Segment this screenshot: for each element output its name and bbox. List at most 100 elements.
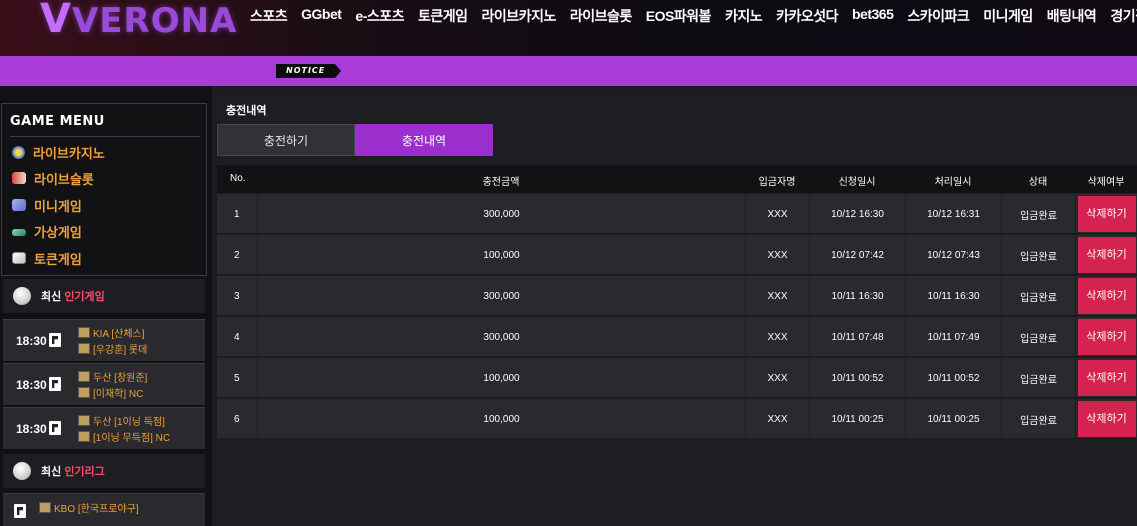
cell-no: 5 bbox=[234, 372, 240, 384]
team-name: [1이닝 무득점] NC bbox=[93, 433, 171, 444]
baseball-icon bbox=[13, 287, 31, 305]
home-team: 두산 [창원준] bbox=[78, 369, 147, 384]
team-name: KIA [산체스] bbox=[93, 329, 145, 340]
cell-status: 입금완료 bbox=[1001, 399, 1075, 439]
cell-delete: 삭제하기 bbox=[1075, 317, 1137, 357]
match-item[interactable]: 18:30 두산 [창원준] [이재학] NC bbox=[3, 363, 205, 405]
token-game-icon bbox=[12, 252, 26, 264]
match-time: 18:30 bbox=[16, 378, 47, 392]
league-name: KBO [한국프로야구] bbox=[54, 504, 139, 515]
virtual-game-icon bbox=[12, 229, 26, 236]
league-logo-icon bbox=[39, 502, 51, 513]
column-header-requested: 신청일시 bbox=[838, 177, 876, 188]
nav-item-sports[interactable]: 스포츠 bbox=[250, 6, 288, 26]
cell-amount: 100,000 bbox=[257, 235, 745, 275]
cell-requested: 10/11 00:52 bbox=[809, 358, 905, 398]
home-team: KIA [산체스] bbox=[78, 325, 145, 340]
team-logo-icon bbox=[78, 343, 90, 354]
league-item[interactable]: KBO [한국프로야구] bbox=[3, 493, 205, 526]
delete-button[interactable]: 삭제하기 bbox=[1077, 237, 1136, 273]
logo-text: VERONA bbox=[71, 1, 238, 41]
cell-processed: 10/11 00:52 bbox=[905, 358, 1001, 398]
nav-item-live-slot[interactable]: 라이브슬롯 bbox=[570, 6, 632, 26]
cell-depositor: XXX bbox=[745, 399, 809, 439]
tab-charge-history[interactable]: 충전내역 bbox=[355, 124, 493, 156]
match-item[interactable]: 18:30 두산 [1이닝 득점] [1이닝 무득점] NC bbox=[3, 407, 205, 449]
cell-requested: 10/11 00:25 bbox=[809, 399, 905, 439]
site-logo[interactable]: VVERONA bbox=[40, 0, 237, 42]
game-menu-label: 라이브카지노 bbox=[33, 145, 105, 161]
main-nav: 스포츠 GGbet e-스포츠 토큰게임 라이브카지노 라이브슬롯 EOS파워볼… bbox=[250, 6, 1137, 26]
popular-leagues-title: 최신 인기리그 bbox=[41, 463, 105, 479]
cell-requested: 10/11 16:30 bbox=[809, 276, 905, 316]
nav-item-match-results[interactable]: 경기결과 bbox=[1110, 6, 1137, 26]
cell-delete: 삭제하기 bbox=[1075, 358, 1137, 398]
delete-button[interactable]: 삭제하기 bbox=[1077, 401, 1136, 437]
main-content: 충전내역 충전하기 충전내역 No. 충전금액 입금자명 신청일시 처리일시 상… bbox=[217, 96, 1137, 526]
nav-item-ggbet[interactable]: GGbet bbox=[301, 6, 342, 26]
game-menu-item-live-casino[interactable]: 라이브카지노 bbox=[12, 142, 105, 162]
nav-item-bet365[interactable]: bet365 bbox=[852, 6, 894, 26]
title-prefix: 최신 bbox=[41, 291, 62, 303]
table-row: 2 100,000 XXX 10/12 07:42 10/12 07:43 입금… bbox=[217, 235, 1137, 275]
baseball-bat-icon bbox=[14, 504, 26, 518]
cell-no: 2 bbox=[234, 249, 240, 261]
cell-depositor: XXX bbox=[745, 358, 809, 398]
nav-item-eos-powerball[interactable]: EOS파워볼 bbox=[646, 6, 712, 26]
baseball-bat-icon bbox=[49, 377, 61, 391]
league: KBO [한국프로야구] bbox=[39, 500, 139, 515]
cell-processed: 10/11 07:49 bbox=[905, 317, 1001, 357]
nav-item-mini-game[interactable]: 미니게임 bbox=[983, 6, 1033, 26]
delete-button[interactable]: 삭제하기 bbox=[1077, 196, 1136, 232]
game-menu-title: GAME MENU bbox=[10, 114, 105, 129]
delete-button[interactable]: 삭제하기 bbox=[1077, 278, 1136, 314]
team-name: 두산 [창원준] bbox=[93, 373, 148, 384]
team-logo-icon bbox=[78, 431, 90, 442]
cell-processed: 10/12 07:43 bbox=[905, 235, 1001, 275]
divider bbox=[10, 136, 200, 137]
away-team: [우강훈] 롯데 bbox=[78, 341, 147, 356]
page-title: 충전내역 bbox=[226, 105, 267, 117]
delete-button[interactable]: 삭제하기 bbox=[1077, 360, 1136, 396]
top-header: VVERONA 스포츠 GGbet e-스포츠 토큰게임 라이브카지노 라이브슬… bbox=[0, 0, 1137, 56]
cell-delete: 삭제하기 bbox=[1075, 194, 1137, 234]
column-header-depositor: 입금자명 bbox=[758, 177, 796, 188]
team-name: [이재학] NC bbox=[93, 389, 144, 400]
team-name: [우강훈] 롯데 bbox=[93, 345, 148, 356]
table-row: 3 300,000 XXX 10/11 16:30 10/11 16:30 입금… bbox=[217, 276, 1137, 316]
cell-delete: 삭제하기 bbox=[1075, 235, 1137, 275]
game-menu-label: 라이브슬롯 bbox=[34, 171, 94, 187]
cell-processed: 10/11 16:30 bbox=[905, 276, 1001, 316]
game-menu-item-token-game[interactable]: 토큰게임 bbox=[12, 248, 82, 268]
away-team: [이재학] NC bbox=[78, 385, 143, 400]
team-logo-icon bbox=[78, 327, 90, 338]
game-menu-panel: GAME MENU 라이브카지노 라이브슬롯 미니게임 가상게임 토큰게임 bbox=[1, 103, 207, 276]
popular-games-title: 최신 인기게임 bbox=[41, 288, 105, 304]
baseball-bat-icon bbox=[49, 333, 61, 347]
cell-requested: 10/12 07:42 bbox=[809, 235, 905, 275]
game-menu-item-live-slot[interactable]: 라이브슬롯 bbox=[12, 168, 94, 188]
nav-item-esports[interactable]: e-스포츠 bbox=[355, 6, 404, 26]
match-time: 18:30 bbox=[16, 334, 47, 348]
nav-item-bet-history[interactable]: 배팅내역 bbox=[1047, 6, 1097, 26]
game-menu-label: 가상게임 bbox=[34, 224, 82, 240]
away-team: [1이닝 무득점] NC bbox=[78, 429, 170, 444]
delete-button[interactable]: 삭제하기 bbox=[1077, 319, 1136, 355]
popular-leagues-header: 최신 인기리그 bbox=[3, 454, 205, 488]
team-logo-icon bbox=[78, 415, 90, 426]
home-team: 두산 [1이닝 득점] bbox=[78, 413, 165, 428]
tab-charge[interactable]: 충전하기 bbox=[217, 124, 355, 156]
popular-games-header: 최신 인기게임 bbox=[3, 279, 205, 313]
cell-no: 4 bbox=[234, 331, 240, 343]
nav-item-live-casino[interactable]: 라이브카지노 bbox=[482, 6, 557, 26]
baseball-bat-icon bbox=[49, 421, 61, 435]
nav-item-casino[interactable]: 카지노 bbox=[725, 6, 763, 26]
cell-amount: 100,000 bbox=[257, 358, 745, 398]
nav-item-skypark[interactable]: 스카이파크 bbox=[907, 6, 969, 26]
nav-item-token-game[interactable]: 토큰게임 bbox=[418, 6, 468, 26]
team-logo-icon bbox=[78, 387, 90, 398]
game-menu-item-mini-game[interactable]: 미니게임 bbox=[12, 195, 82, 215]
nav-item-kakao-seotda[interactable]: 카카오섯다 bbox=[776, 6, 838, 26]
match-item[interactable]: 18:30 KIA [산체스] [우강훈] 롯데 bbox=[3, 319, 205, 361]
game-menu-item-virtual-game[interactable]: 가상게임 bbox=[12, 221, 82, 241]
